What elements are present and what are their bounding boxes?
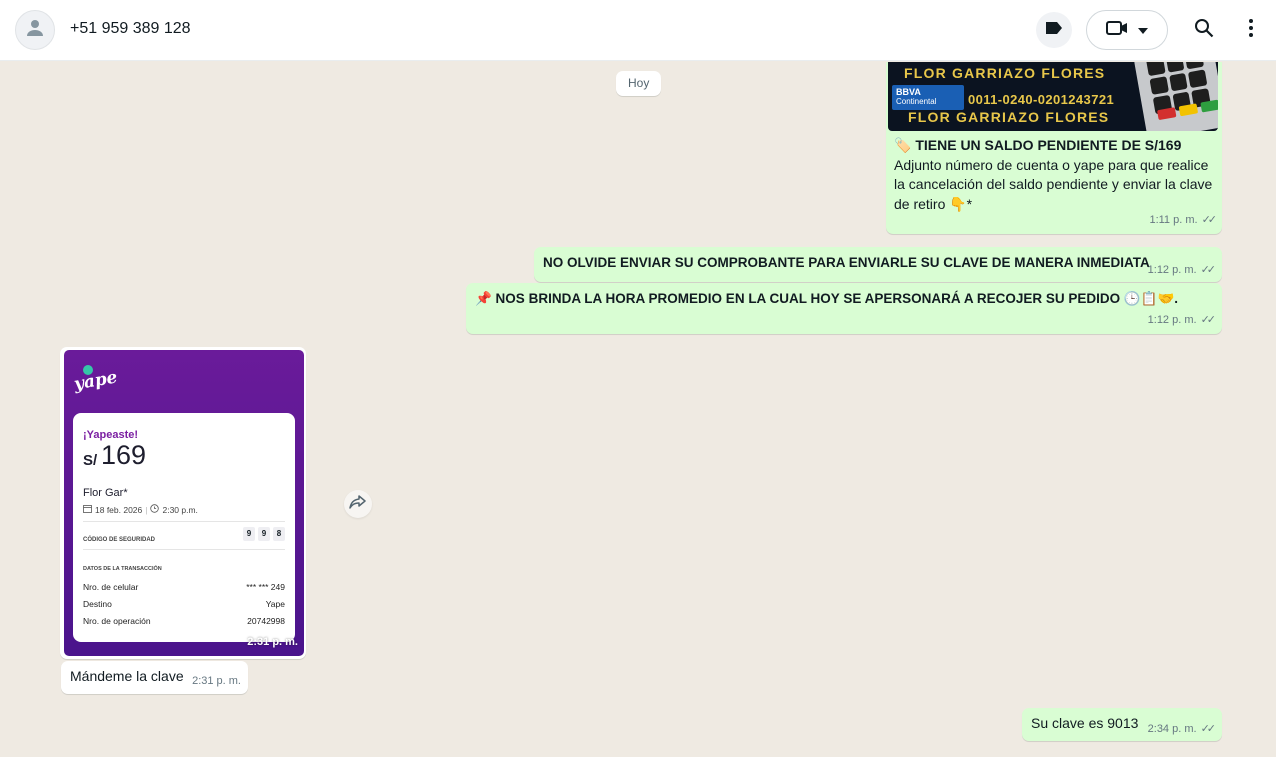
forward-icon: [349, 494, 367, 514]
pos-terminal-image: [1133, 62, 1218, 131]
calendar-icon: [83, 501, 92, 520]
yape-logo: yape: [72, 367, 119, 395]
divider: [83, 549, 285, 550]
message-meta: 1:11 p. m. ✓✓: [1149, 211, 1218, 230]
outgoing-text-message[interactable]: Su clave es 9013 2:34 p. m. ✓✓: [1022, 708, 1222, 741]
search-icon: [1194, 18, 1214, 43]
incoming-text-message[interactable]: Mándeme la clave 2:31 p. m.: [61, 661, 248, 694]
message-time: 1:12 p. m.: [1147, 314, 1197, 326]
security-code: 9 9 8: [243, 527, 285, 541]
security-digit: 8: [273, 527, 285, 541]
message-meta: 1:12 p. m. ✓✓: [1147, 311, 1217, 330]
clock-icon: [150, 501, 160, 520]
yape-receipt-card: ¡Yapeaste! S/ 169 Flor Gar* 18 feb. 2026…: [73, 413, 295, 642]
message-text: 📌 NOS BRINDA LA HORA PROMEDIO EN LA CUAL…: [475, 291, 1179, 306]
video-call-button[interactable]: [1086, 10, 1168, 50]
message-time: 1:12 p. m.: [1147, 264, 1197, 276]
contact-name[interactable]: +51 959 389 128: [70, 20, 191, 38]
security-digit: 9: [243, 527, 255, 541]
read-ticks-icon: ✓✓: [1200, 314, 1217, 326]
chat-header: +51 959 389 128: [0, 0, 1276, 61]
date-separator: Hoy: [616, 71, 662, 96]
outgoing-text-message[interactable]: 📌 NOS BRINDA LA HORA PROMEDIO EN LA CUAL…: [466, 283, 1222, 334]
receipt-currency: S/: [83, 452, 98, 469]
read-ticks-icon: ✓✓: [1201, 214, 1218, 226]
video-call-icon: [1106, 20, 1128, 41]
more-vert-icon: [1248, 18, 1254, 43]
receipt-time: 2:30 p.m.: [162, 505, 198, 515]
person-icon: [23, 16, 47, 45]
message-text: NO OLVIDE ENVIAR SU COMPROBANTE PARA ENV…: [543, 255, 1150, 270]
forward-button[interactable]: [344, 490, 372, 518]
label-icon: [1044, 20, 1064, 41]
message-time: 2:31 p. m.: [247, 636, 298, 648]
incoming-image-message[interactable]: yape ¡Yapeaste! S/ 169 Flor Gar* 18 feb.…: [60, 347, 306, 659]
caption-text: Adjunto número de cuenta o yape para que…: [894, 156, 1213, 212]
receipt-date: 18 feb. 2026: [95, 505, 143, 515]
read-ticks-icon: ✓✓: [1200, 264, 1217, 276]
message-time: 2:34 p. m.: [1147, 723, 1197, 735]
security-digit: 9: [258, 527, 270, 541]
read-ticks-icon: ✓✓: [1200, 723, 1217, 735]
label-button[interactable]: [1036, 12, 1072, 48]
yape-receipt-image[interactable]: yape ¡Yapeaste! S/ 169 Flor Gar* 18 feb.…: [64, 350, 304, 656]
message-meta: 1:12 p. m. ✓✓: [1147, 261, 1217, 280]
message-time: 2:31 p. m.: [192, 675, 241, 687]
message-time: 1:11 p. m.: [1149, 214, 1198, 226]
security-code-label: CÓDIGO DE SEGURIDAD: [83, 537, 156, 543]
caption-bold: 🏷️ TIENE UN SALDO PENDIENTE DE S/169: [894, 137, 1182, 153]
search-button[interactable]: [1186, 12, 1222, 48]
bbva-logo: BBVA Continental: [892, 85, 964, 110]
receipt-datetime: 18 feb. 2026 | 2:30 p.m.: [83, 501, 198, 520]
bank-account-image[interactable]: FLOR GARRIAZO FLORES BBVA Continental 00…: [888, 62, 1218, 131]
chat-area[interactable]: Hoy FLOR GARRIAZO FLORES BBVA Continenta…: [0, 62, 1276, 757]
message-meta: 2:34 p. m. ✓✓: [1147, 720, 1217, 739]
receipt-amount: 169: [101, 440, 147, 470]
outgoing-text-message[interactable]: NO OLVIDE ENVIAR SU COMPROBANTE PARA ENV…: [534, 247, 1222, 282]
message-text: Mándeme la clave: [70, 668, 184, 684]
image-text-line1: FLOR GARRIAZO FLORES: [904, 65, 1106, 81]
transaction-row: Nro. de operación 20742998: [83, 616, 285, 626]
outgoing-image-message[interactable]: FLOR GARRIAZO FLORES BBVA Continental 00…: [886, 62, 1222, 234]
image-caption: 🏷️ TIENE UN SALDO PENDIENTE DE S/169 Adj…: [894, 136, 1218, 214]
message-text: Su clave es 9013: [1031, 715, 1139, 731]
chevron-down-icon: [1138, 21, 1148, 39]
transaction-data-label: DATOS DE LA TRANSACCIÓN: [83, 566, 162, 572]
message-meta: 2:31 p. m.: [192, 672, 241, 691]
image-text-line2: FLOR GARRIAZO FLORES: [908, 109, 1110, 125]
more-options-button[interactable]: [1236, 12, 1266, 48]
divider: [83, 521, 285, 522]
contact-avatar[interactable]: [15, 10, 55, 50]
image-account-number: 0011-0240-0201243721: [968, 92, 1115, 107]
